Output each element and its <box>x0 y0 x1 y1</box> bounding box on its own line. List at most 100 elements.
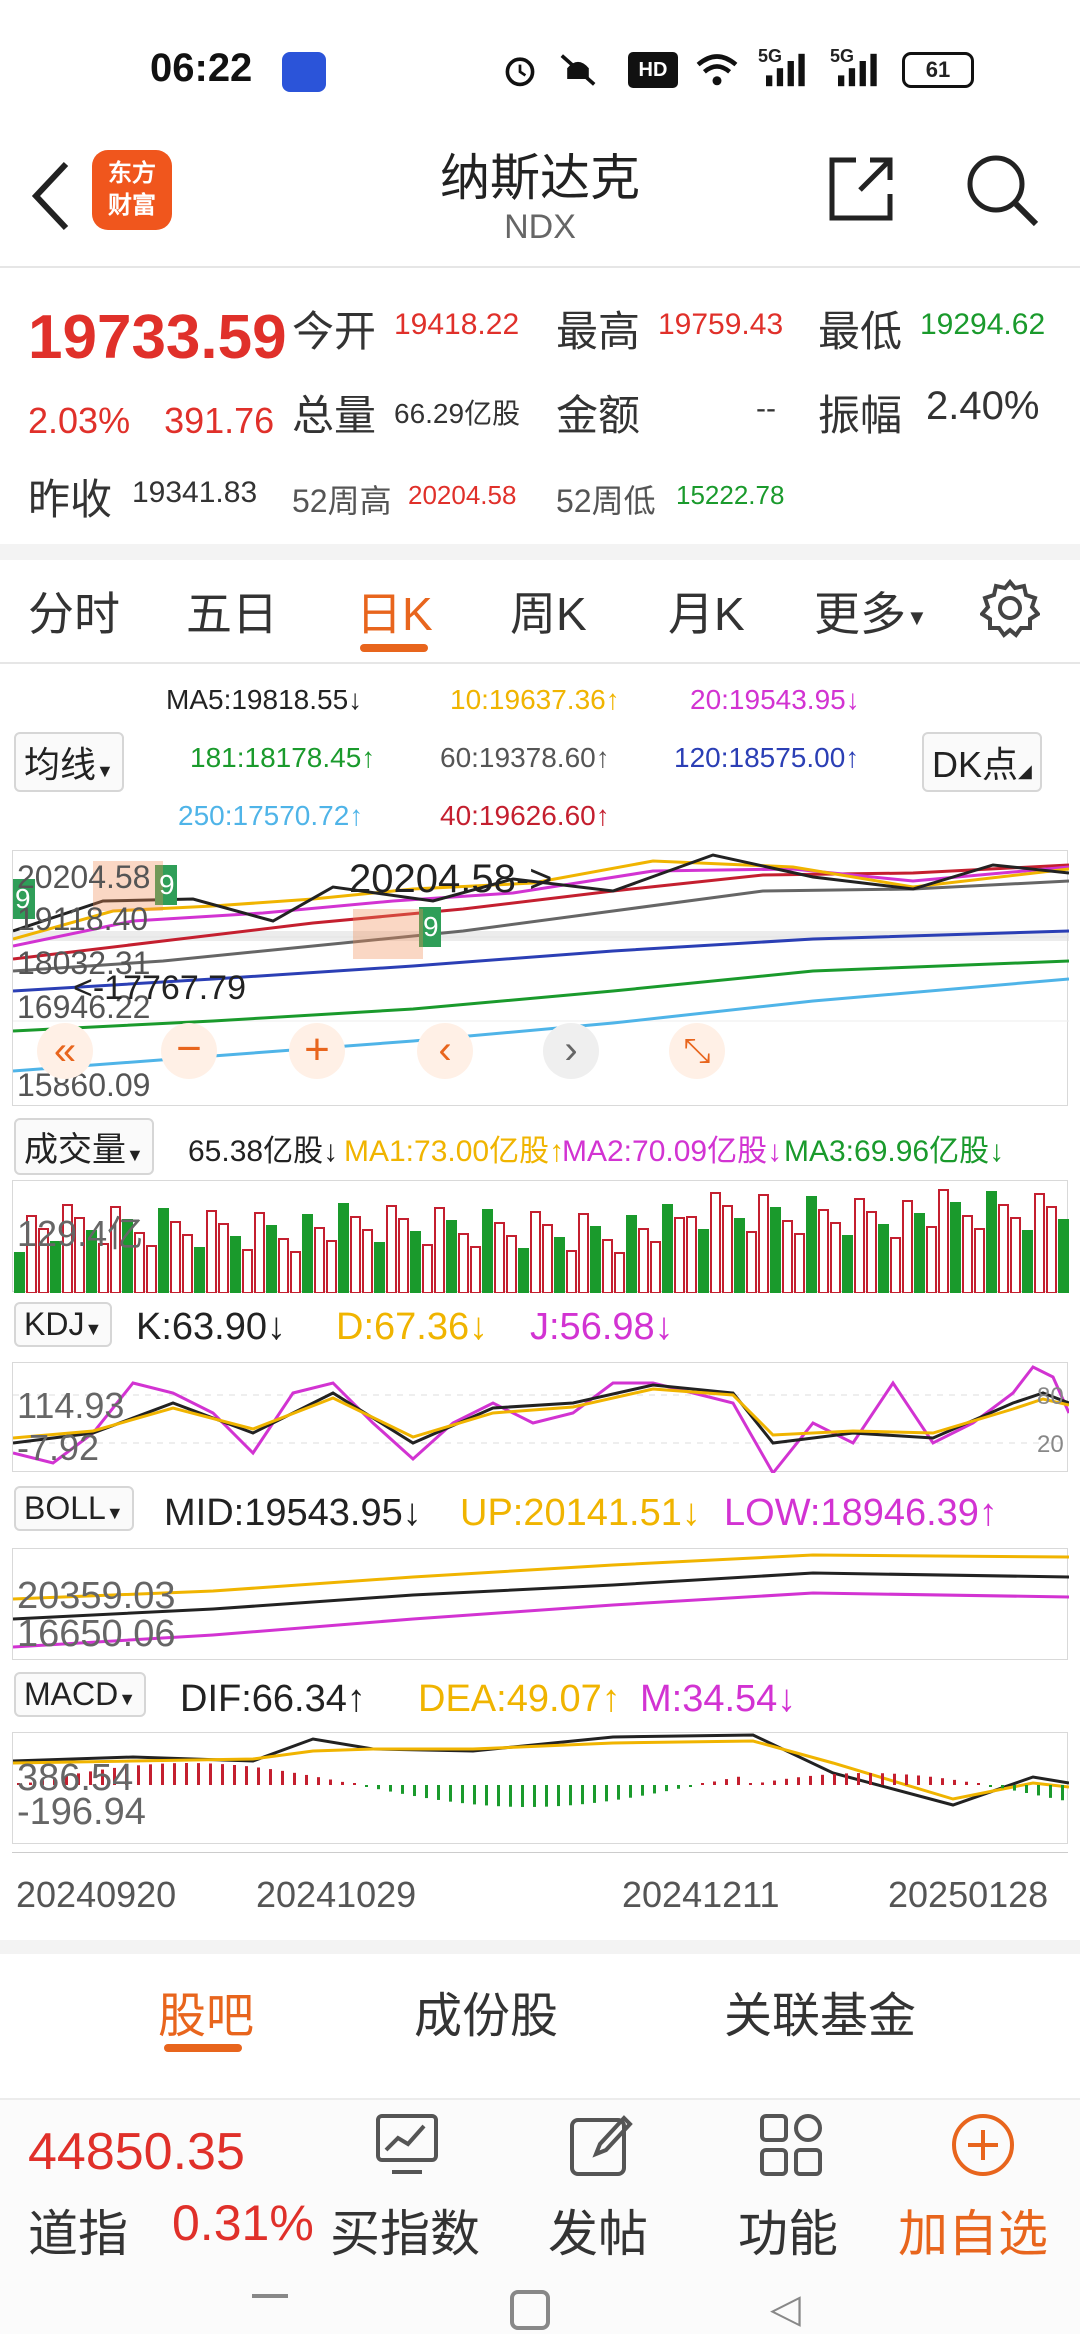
page-subtitle: NDX <box>504 208 576 246</box>
volume-bar <box>278 1238 289 1294</box>
macd-bar <box>329 1779 332 1785</box>
boll-axis-bottom: 16650.06 <box>17 1613 176 1655</box>
volume-bar <box>1022 1230 1033 1294</box>
open-value: 19418.22 <box>394 308 520 341</box>
tab-components[interactable]: 成份股 <box>414 1976 558 2046</box>
tab-more-label: 更多 <box>814 588 906 640</box>
tab-month-k[interactable]: 月K <box>668 578 745 644</box>
menu-nav-icon[interactable] <box>252 2294 288 2298</box>
date-label-2: 20241029 <box>256 1874 417 1915</box>
search-icon[interactable] <box>962 150 1042 230</box>
tab-day-k[interactable]: 日K <box>356 578 433 644</box>
macd-bar <box>833 1773 836 1785</box>
macd-bar <box>809 1775 812 1785</box>
macd-bar <box>797 1777 800 1785</box>
dji-price[interactable]: 44850.35 <box>28 2122 245 2182</box>
macd-dif: DIF:66.34↑ <box>180 1678 366 1720</box>
volume-bar <box>962 1215 973 1294</box>
zoom-out-icon[interactable]: − <box>161 1023 217 1079</box>
macd-bar <box>257 1767 260 1785</box>
boll-select[interactable]: BOLL▼ <box>14 1486 134 1531</box>
volume-bar <box>878 1224 889 1294</box>
signal-badge-text-1: 9 <box>15 883 31 914</box>
signal-badge-text-3: 9 <box>423 911 439 942</box>
macd-bar <box>365 1785 368 1787</box>
macd-bar <box>1025 1785 1028 1793</box>
settings-gear-icon[interactable] <box>980 578 1040 638</box>
zoom-in-icon[interactable]: + <box>289 1023 345 1079</box>
kdj-chart-panel[interactable]: 114.93 -7.92 80 20 <box>12 1362 1071 1476</box>
tab-more[interactable]: 更多▼ <box>814 578 928 644</box>
kline-chart-panel[interactable]: 20204.58 19118.40 18032.31 16946.22 1586… <box>12 850 1070 1106</box>
ma-select[interactable]: 均线▼ <box>14 732 124 792</box>
functions-grid-icon[interactable] <box>756 2110 826 2180</box>
dji-name[interactable]: 道指 <box>28 2194 128 2266</box>
volume-bar <box>830 1222 841 1294</box>
volume-bar <box>758 1194 769 1294</box>
volume-bar <box>338 1203 349 1294</box>
scroll-left-icon[interactable]: ‹ <box>417 1023 473 1079</box>
volume-bar <box>518 1248 529 1294</box>
dk-point-button[interactable]: DK点◢ <box>922 732 1042 792</box>
kdj-select[interactable]: KDJ▼ <box>14 1302 113 1347</box>
low-value: 19294.62 <box>920 308 1046 341</box>
macd-select[interactable]: MACD▼ <box>14 1672 147 1717</box>
tab-guba[interactable]: 股吧 <box>158 1976 254 2046</box>
share-icon[interactable] <box>826 154 896 224</box>
dji-change[interactable]: 0.31% <box>172 2194 314 2252</box>
macd-bar <box>353 1783 356 1785</box>
post-label[interactable]: 发帖 <box>548 2194 648 2266</box>
boll-low: LOW:18946.39↑ <box>724 1492 998 1534</box>
status-bar: 06:22 HD 5G 5G 61 <box>0 0 1080 140</box>
macd-bar <box>905 1774 908 1785</box>
volume-bar <box>602 1239 613 1294</box>
macd-bar <box>605 1785 608 1802</box>
macd-chart-panel[interactable]: 386.54 -196.94 <box>12 1732 1070 1844</box>
home-nav-icon[interactable] <box>510 2290 550 2330</box>
volume-bar <box>902 1200 913 1294</box>
volume-select[interactable]: 成交量▼ <box>14 1118 154 1175</box>
volume-bar <box>158 1208 169 1294</box>
macd-bar <box>413 1785 416 1797</box>
volume-ma2: MA2:70.09亿股↓ <box>562 1135 783 1168</box>
scroll-right-icon[interactable]: › <box>543 1023 599 1079</box>
tab-related-funds[interactable]: 关联基金 <box>724 1976 916 2046</box>
macd-bar <box>293 1772 296 1785</box>
back-nav-icon[interactable]: ◁ <box>770 2286 801 2332</box>
boll-chart-panel[interactable]: 20359.03 16650.06 <box>12 1548 1070 1660</box>
macd-bar <box>665 1785 668 1792</box>
macd-bar <box>377 1785 380 1790</box>
w52-high-label: 52周高 <box>292 483 392 519</box>
price-change: 2.03% 391.76 <box>28 400 274 442</box>
dk-point-label: DK点 <box>932 744 1019 785</box>
macd-bar <box>173 1763 176 1785</box>
macd-bar <box>917 1775 920 1785</box>
tab-intraday[interactable]: 分时 <box>28 578 120 644</box>
functions-label[interactable]: 功能 <box>738 2194 838 2266</box>
macd-bar <box>1049 1785 1052 1798</box>
kdj-axis-top: 114.93 <box>17 1385 125 1426</box>
tab-five-day[interactable]: 五日 <box>186 578 278 644</box>
fullscreen-icon[interactable]: ⤡ <box>669 1023 725 1079</box>
volume-bar <box>782 1220 793 1294</box>
buy-index-label[interactable]: 买指数 <box>330 2194 480 2266</box>
tab-week-k[interactable]: 周K <box>510 578 587 644</box>
scroll-left-fast-icon[interactable]: « <box>37 1023 93 1079</box>
macd-bar <box>785 1778 788 1785</box>
macd-bar <box>689 1785 692 1787</box>
add-watchlist-label[interactable]: 加自选 <box>898 2194 1048 2266</box>
edit-post-icon[interactable] <box>566 2110 636 2180</box>
chart-buy-icon[interactable] <box>372 2110 442 2180</box>
volume-bar <box>806 1196 817 1294</box>
volume-bar <box>734 1218 745 1294</box>
prev-close-value: 19341.83 <box>132 476 258 509</box>
kline-y-label-5: 15860.09 <box>17 1067 151 1103</box>
add-watchlist-icon[interactable] <box>948 2110 1018 2180</box>
macd-bar <box>1037 1785 1040 1796</box>
macd-bar <box>449 1785 452 1802</box>
ma60-value: 60:19378.60↑ <box>440 742 610 773</box>
volume-bar <box>614 1252 625 1294</box>
volume-bar <box>1034 1193 1045 1294</box>
volume-bar <box>818 1209 829 1294</box>
volume-chart-panel[interactable]: 129.4亿 <box>12 1180 1069 1294</box>
